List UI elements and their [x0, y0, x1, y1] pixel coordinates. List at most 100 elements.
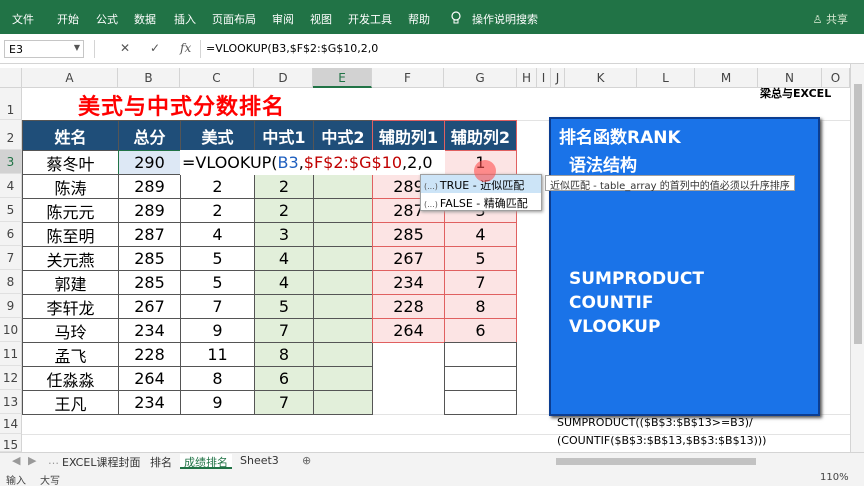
cell-total[interactable]: 228	[118, 342, 181, 367]
header-us[interactable]: 美式	[180, 120, 255, 151]
cell-aux-b[interactable]: 7	[444, 270, 517, 295]
cell-empty[interactable]	[444, 390, 517, 415]
tab-page-layout[interactable]: 页面布局	[212, 11, 256, 27]
cell-cn2[interactable]	[313, 174, 373, 199]
cell-cn2[interactable]	[313, 198, 373, 223]
cell-aux-a[interactable]: 234	[372, 270, 445, 295]
col-header-j[interactable]: J	[551, 68, 565, 88]
col-header-i[interactable]: I	[537, 68, 551, 88]
row-header[interactable]: 14	[0, 414, 22, 434]
cell-name[interactable]: 蔡冬叶	[22, 150, 119, 175]
cell-name[interactable]: 陈至明	[22, 222, 119, 247]
cell-us[interactable]: 2	[180, 198, 255, 223]
cell-total[interactable]: 264	[118, 366, 181, 391]
cell-empty[interactable]	[444, 342, 517, 367]
row-header[interactable]: 3	[0, 150, 22, 174]
row-header[interactable]: 11	[0, 342, 22, 366]
sheet-tab-active[interactable]: 成绩排名	[180, 454, 232, 469]
cell-name[interactable]: 孟飞	[22, 342, 119, 367]
row-header[interactable]: 4	[0, 174, 22, 198]
col-header-k[interactable]: K	[565, 68, 637, 88]
cell-us[interactable]: 8	[180, 366, 255, 391]
row-header[interactable]: 7	[0, 246, 22, 270]
cell-name[interactable]: 马玲	[22, 318, 119, 343]
cell-cn2[interactable]	[313, 318, 373, 343]
next-sheet-icon[interactable]: ▶	[24, 454, 40, 469]
col-header-d[interactable]: D	[254, 68, 313, 88]
cell-cn2[interactable]	[313, 294, 373, 319]
col-header-e[interactable]: E	[313, 68, 372, 88]
row-header[interactable]: 1	[0, 88, 22, 120]
prev-sheet-icon[interactable]: ◀	[8, 454, 24, 469]
cell-total[interactable]: 290	[118, 150, 181, 175]
cell-aux-a[interactable]: 267	[372, 246, 445, 271]
cell-empty[interactable]	[444, 366, 517, 391]
cell-name[interactable]: 陈涛	[22, 174, 119, 199]
col-header-l[interactable]: L	[637, 68, 695, 88]
cell-total[interactable]: 289	[118, 198, 181, 223]
share-button[interactable]: ♙ 共享	[813, 11, 848, 27]
cell-us[interactable]: 5	[180, 246, 255, 271]
cell-aux-b[interactable]: 5	[444, 246, 517, 271]
cell-cn2[interactable]	[313, 246, 373, 271]
tab-file[interactable]: 文件	[12, 11, 34, 27]
zoom-level[interactable]: 110%	[820, 472, 849, 483]
enter-icon[interactable]: ✓	[150, 41, 160, 55]
cell-cn2[interactable]	[313, 270, 373, 295]
add-sheet-icon[interactable]: ⊕	[298, 454, 315, 469]
cell-total[interactable]: 285	[118, 246, 181, 271]
sheet-tab[interactable]: Sheet3	[236, 454, 283, 469]
vertical-scrollbar[interactable]	[850, 64, 864, 452]
tab-insert[interactable]: 插入	[174, 11, 196, 27]
row-header[interactable]: 15	[0, 434, 22, 452]
cell-us[interactable]: 9	[180, 390, 255, 415]
editing-formula[interactable]: =VLOOKUP(B3, $F$2:$G$10,2,0	[180, 150, 445, 175]
header-aux1[interactable]: 辅助列1	[372, 120, 445, 151]
row-header[interactable]: 2	[0, 120, 22, 150]
col-header-m[interactable]: M	[695, 68, 758, 88]
col-header-b[interactable]: B	[118, 68, 180, 88]
row-header[interactable]: 12	[0, 366, 22, 390]
horizontal-scroll-thumb[interactable]	[556, 458, 756, 465]
tab-data[interactable]: 数据	[134, 11, 156, 27]
tab-review[interactable]: 审阅	[272, 11, 294, 27]
autocomplete-item-false[interactable]: (...) FALSE - 精确匹配	[421, 193, 541, 211]
header-name[interactable]: 姓名	[22, 120, 119, 151]
cell-total[interactable]: 234	[118, 318, 181, 343]
cell-cn1[interactable]: 7	[254, 390, 314, 415]
cell-cn1[interactable]: 6	[254, 366, 314, 391]
cell-cn1[interactable]: 5	[254, 294, 314, 319]
name-box[interactable]: E3 ▼	[4, 40, 84, 58]
cell-total[interactable]: 234	[118, 390, 181, 415]
header-cn2[interactable]: 中式2	[313, 120, 373, 151]
cell-total[interactable]: 285	[118, 270, 181, 295]
cell-cn1[interactable]: 4	[254, 270, 314, 295]
insert-function-icon[interactable]: fx	[180, 41, 191, 55]
cell-name[interactable]: 任淼淼	[22, 366, 119, 391]
cell-us[interactable]: 2	[180, 174, 255, 199]
cell-us[interactable]: 9	[180, 318, 255, 343]
tab-help[interactable]: 帮助	[408, 11, 430, 27]
cell-total[interactable]: 289	[118, 174, 181, 199]
sheet-tab[interactable]: 排名	[146, 454, 176, 469]
col-header-a[interactable]: A	[22, 68, 118, 88]
cell-cn2[interactable]	[313, 342, 373, 367]
formula-input[interactable]: =VLOOKUP(B3,$F$2:$G$10,2,0	[206, 42, 378, 55]
cell-cn2[interactable]	[313, 390, 373, 415]
cell-us[interactable]: 7	[180, 294, 255, 319]
col-header-g[interactable]: G	[444, 68, 517, 88]
cell-aux-b[interactable]: 4	[444, 222, 517, 247]
cell-cn1[interactable]: 2	[254, 174, 314, 199]
cell-name[interactable]: 关元燕	[22, 246, 119, 271]
cell-aux-a[interactable]: 285	[372, 222, 445, 247]
cell-name[interactable]: 陈元元	[22, 198, 119, 223]
tab-home[interactable]: 开始	[57, 11, 79, 27]
row-header[interactable]: 10	[0, 318, 22, 342]
cell-total[interactable]: 287	[118, 222, 181, 247]
cell-us[interactable]: 5	[180, 270, 255, 295]
cell-cn1[interactable]: 2	[254, 198, 314, 223]
cell-aux-b[interactable]: 6	[444, 318, 517, 343]
sheet-tab[interactable]: EXCEL课程封面	[58, 454, 144, 469]
select-all[interactable]	[0, 68, 22, 88]
cell-aux-b[interactable]: 8	[444, 294, 517, 319]
